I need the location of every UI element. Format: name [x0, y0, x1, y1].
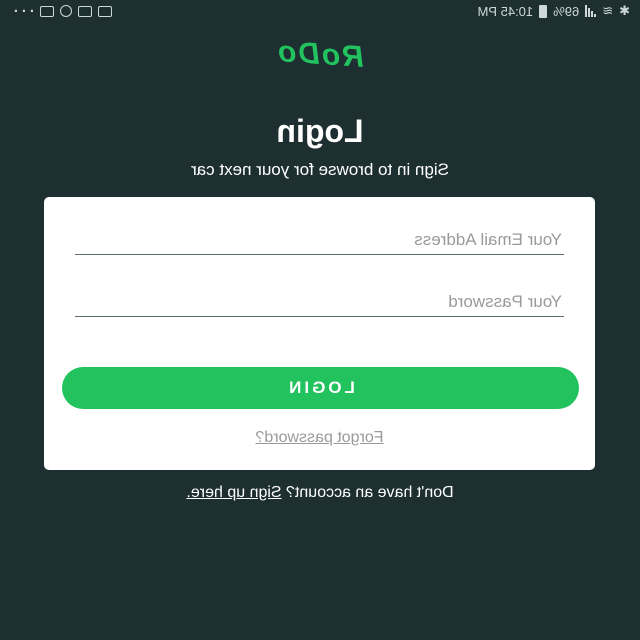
login-card: LOGIN Forgot password? — [44, 197, 595, 470]
app-screen: ✱ ≋ 69% 10:45 PM ··· RoDo Login Sign in … — [0, 0, 640, 640]
app-notification-icon — [40, 5, 54, 17]
status-bar-left: ✱ ≋ 69% 10:45 PM — [478, 3, 631, 19]
email-field[interactable] — [75, 225, 564, 255]
signal-icon — [585, 5, 597, 17]
battery-icon — [539, 4, 548, 18]
password-field[interactable] — [75, 287, 564, 317]
signup-prompt: Don't have an account? Sign up here. — [0, 484, 640, 502]
page-title: Login — [276, 113, 364, 149]
app-logo: RoDo — [0, 34, 640, 75]
wifi-icon: ≋ — [602, 3, 614, 18]
page-subtitle: Sign in to browse for your next car — [191, 160, 449, 179]
bluetooth-icon: ✱ — [619, 3, 630, 18]
login-button[interactable]: LOGIN — [62, 367, 579, 409]
sync-notification-icon — [60, 5, 72, 17]
signup-link[interactable]: Sign up here. — [186, 484, 281, 501]
forgot-password-link[interactable]: Forgot password? — [44, 429, 595, 447]
signup-prompt-text: Don't have an account? — [286, 484, 454, 501]
more-notifications-icon: ··· — [10, 2, 34, 20]
status-time: 10:45 PM — [477, 3, 534, 19]
mail-notification-icon — [78, 5, 92, 17]
status-bar: ✱ ≋ 69% 10:45 PM ··· — [0, 0, 640, 22]
battery-percent: 69% — [553, 3, 580, 19]
logo-text: RoDo — [275, 34, 366, 75]
gallery-notification-icon — [98, 5, 112, 17]
status-bar-right: ··· — [10, 3, 112, 20]
